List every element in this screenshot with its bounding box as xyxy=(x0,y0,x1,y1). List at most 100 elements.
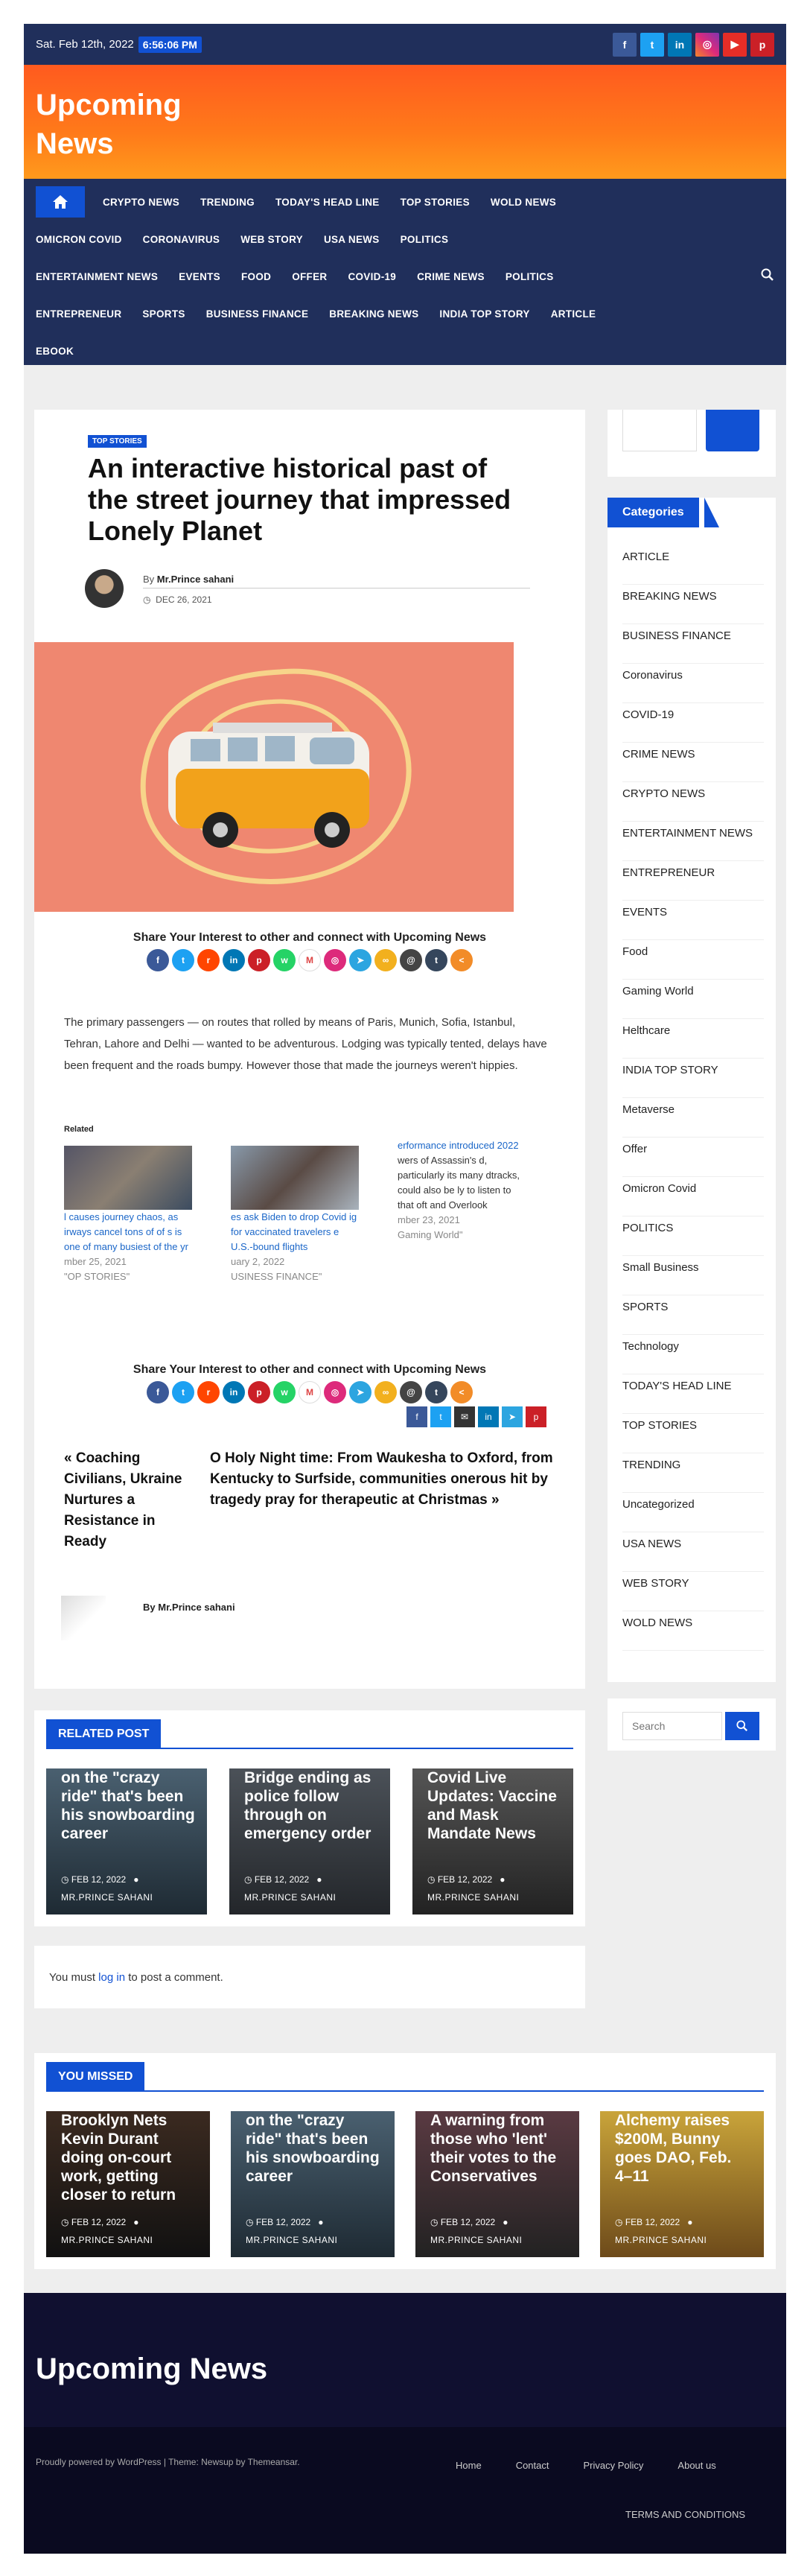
login-link[interactable]: log in xyxy=(98,1971,125,1984)
related-thumbnail[interactable] xyxy=(64,1146,192,1210)
related-post-title[interactable]: on the "crazy ride" that's been his snow… xyxy=(61,1768,195,1843)
category-item[interactable]: Coronavirus xyxy=(622,664,764,703)
search-button[interactable] xyxy=(725,1712,759,1740)
missed-post-author[interactable]: MR.PRINCE SAHANI xyxy=(430,2235,522,2245)
email-icon[interactable]: @ xyxy=(400,1381,422,1403)
category-item[interactable]: CRIME NEWS xyxy=(622,743,764,782)
telegram-icon[interactable]: ➤ xyxy=(349,949,371,971)
facebook-icon[interactable]: f xyxy=(406,1406,427,1427)
related-post-card[interactable]: on the "crazy ride" that's been his snow… xyxy=(46,1768,207,1914)
telegram-icon[interactable]: ➤ xyxy=(502,1406,523,1427)
next-post-link[interactable]: O Holy Night time: From Waukesha to Oxfo… xyxy=(210,1448,560,1511)
footer-link-privacy[interactable]: Privacy Policy xyxy=(584,2460,644,2471)
nav-item[interactable]: OMICRON COVID xyxy=(36,234,122,245)
category-item[interactable]: TOP STORIES xyxy=(622,1414,764,1453)
twitter-icon[interactable]: t xyxy=(172,1381,194,1403)
search-icon[interactable] xyxy=(761,268,774,285)
sidebar-search-input[interactable] xyxy=(622,410,697,451)
nav-item[interactable]: ENTERTAINMENT NEWS xyxy=(36,271,158,282)
related-item[interactable]: erformance introduced 2022 wers of Assas… xyxy=(398,1138,526,1243)
category-item[interactable]: TRENDING xyxy=(622,1453,764,1493)
email-icon[interactable]: @ xyxy=(400,949,422,971)
share-icon[interactable]: < xyxy=(450,1381,473,1403)
instagram-icon[interactable]: ◎ xyxy=(695,32,719,57)
missed-post-card[interactable]: on the "crazy ride" that's been his snow… xyxy=(231,2111,395,2257)
missed-post-author[interactable]: MR.PRINCE SAHANI xyxy=(615,2235,707,2245)
category-item[interactable]: Gaming World xyxy=(622,980,764,1019)
gmail-icon[interactable]: M xyxy=(299,949,321,971)
related-thumbnail[interactable] xyxy=(231,1146,359,1210)
nav-item[interactable]: CRYPTO NEWS xyxy=(103,197,179,208)
site-logo[interactable]: Upcoming News xyxy=(36,86,229,163)
nav-item[interactable]: TODAY'S HEAD LINE xyxy=(275,197,380,208)
category-item[interactable]: Metaverse xyxy=(622,1098,764,1138)
facebook-icon[interactable]: f xyxy=(613,32,637,57)
nav-item[interactable]: USA NEWS xyxy=(324,234,380,245)
linkedin-icon[interactable]: in xyxy=(668,32,692,57)
missed-post-title[interactable]: Alchemy raises $200M, Bunny goes DAO, Fe… xyxy=(615,2111,752,2186)
facebook-icon[interactable]: f xyxy=(147,949,169,971)
reddit-icon[interactable]: r xyxy=(197,949,220,971)
category-item[interactable]: Omicron Covid xyxy=(622,1177,764,1216)
related-post-card[interactable]: Bridge ending as police follow through o… xyxy=(229,1768,390,1914)
twitter-icon[interactable]: t xyxy=(430,1406,451,1427)
related-post-author[interactable]: MR.PRINCE SAHANI xyxy=(61,1892,153,1903)
whatsapp-icon[interactable]: w xyxy=(273,949,296,971)
link-icon[interactable]: ∞ xyxy=(374,949,397,971)
missed-post-title[interactable]: A warning from those who 'lent' their vo… xyxy=(430,2111,567,2186)
author-link[interactable]: Mr.Prince sahani xyxy=(157,574,234,585)
related-post-title[interactable]: Bridge ending as police follow through o… xyxy=(244,1768,378,1843)
tumblr-icon[interactable]: t xyxy=(425,1381,447,1403)
share-icon[interactable]: < xyxy=(450,949,473,971)
footer-terms-link[interactable]: TERMS AND CONDITIONS xyxy=(625,2509,745,2520)
category-item[interactable]: SPORTS xyxy=(622,1295,764,1335)
nav-item[interactable]: BREAKING NEWS xyxy=(329,308,418,320)
author-box-avatar[interactable] xyxy=(61,1596,106,1640)
nav-item[interactable]: WOLD NEWS xyxy=(491,197,556,208)
category-item[interactable]: Helthcare xyxy=(622,1019,764,1059)
gmail-icon[interactable]: M xyxy=(299,1381,321,1403)
email-icon[interactable]: ✉ xyxy=(454,1406,475,1427)
nav-item[interactable]: OFFER xyxy=(292,271,327,282)
category-item[interactable]: CRYPTO NEWS xyxy=(622,782,764,822)
missed-post-card[interactable]: Brooklyn Nets Kevin Durant doing on-cour… xyxy=(46,2111,210,2257)
tumblr-icon[interactable]: t xyxy=(425,949,447,971)
missed-post-card[interactable]: Alchemy raises $200M, Bunny goes DAO, Fe… xyxy=(600,2111,764,2257)
twitter-icon[interactable]: t xyxy=(640,32,664,57)
category-item[interactable]: POLITICS xyxy=(622,1216,764,1256)
nav-item[interactable]: BUSINESS FINANCE xyxy=(206,308,309,320)
category-item[interactable]: EVENTS xyxy=(622,901,764,940)
instagram-icon[interactable]: ◎ xyxy=(324,949,346,971)
instagram-icon[interactable]: ◎ xyxy=(324,1381,346,1403)
nav-item[interactable]: CORONAVIRUS xyxy=(143,234,220,245)
category-item[interactable]: COVID-19 xyxy=(622,703,764,743)
category-item[interactable]: Uncategorized xyxy=(622,1493,764,1532)
nav-item[interactable]: TRENDING xyxy=(200,197,255,208)
footer-link-contact[interactable]: Contact xyxy=(516,2460,549,2471)
whatsapp-icon[interactable]: w xyxy=(273,1381,296,1403)
telegram-icon[interactable]: ➤ xyxy=(349,1381,371,1403)
nav-item[interactable]: FOOD xyxy=(241,271,271,282)
related-caption[interactable]: l causes journey chaos, as irways cancel… xyxy=(64,1210,192,1254)
nav-item[interactable]: POLITICS xyxy=(401,234,449,245)
category-item[interactable]: ENTERTAINMENT NEWS xyxy=(622,822,764,861)
category-item[interactable]: TODAY'S HEAD LINE xyxy=(622,1374,764,1414)
category-item[interactable]: USA NEWS xyxy=(622,1532,764,1572)
related-post-title[interactable]: Covid Live Updates: Vaccine and Mask Man… xyxy=(427,1768,561,1843)
category-item[interactable]: INDIA TOP STORY xyxy=(622,1059,764,1098)
nav-item[interactable]: TOP STORIES xyxy=(401,197,470,208)
twitter-icon[interactable]: t xyxy=(172,949,194,971)
author-box-name[interactable]: By Mr.Prince sahani xyxy=(143,1602,235,1613)
linkedin-icon[interactable]: in xyxy=(223,1381,245,1403)
missed-post-title[interactable]: on the "crazy ride" that's been his snow… xyxy=(246,2111,383,2186)
related-item[interactable]: l causes journey chaos, as irways cancel… xyxy=(64,1146,192,1284)
category-item[interactable]: ENTREPRENEUR xyxy=(622,861,764,901)
pinterest-icon[interactable]: p xyxy=(248,1381,270,1403)
category-item[interactable]: BREAKING NEWS xyxy=(622,585,764,624)
footer-link-about[interactable]: About us xyxy=(677,2460,715,2471)
category-item[interactable]: BUSINESS FINANCE xyxy=(622,624,764,664)
category-item[interactable]: ARTICLE xyxy=(622,545,764,585)
reddit-icon[interactable]: r xyxy=(197,1381,220,1403)
nav-item[interactable]: EVENTS xyxy=(179,271,220,282)
author-avatar[interactable] xyxy=(85,569,124,608)
